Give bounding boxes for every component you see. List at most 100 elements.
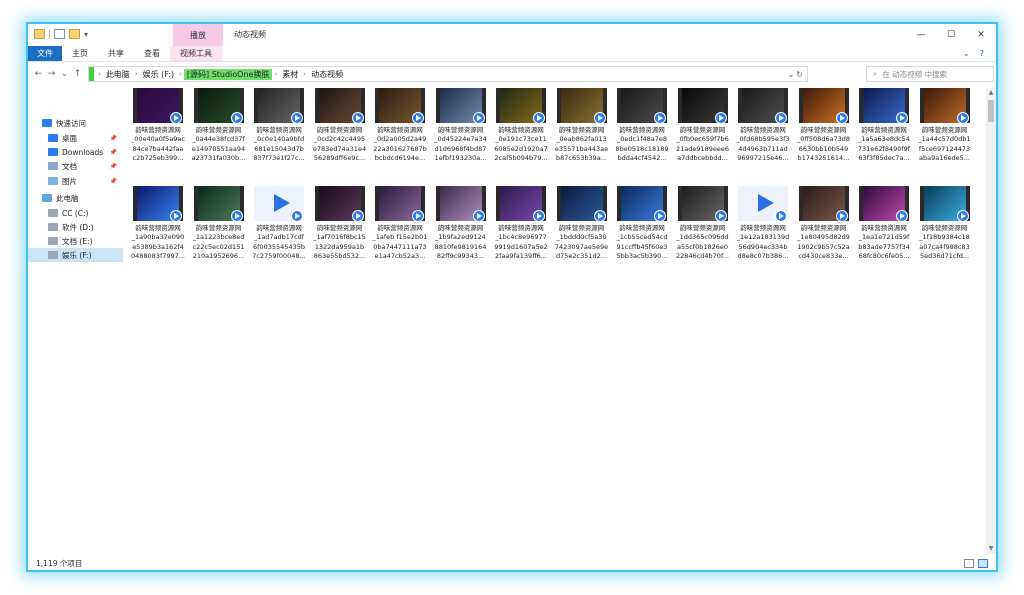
file-item[interactable]: 韵味营频资源网 _1af7016f8bc15 1322da959a1b 863e55b… [312,186,368,272]
folder-location-icon [89,67,94,81]
address-bar[interactable]: › 此电脑 › 娱乐 (F:) › [源码] StudioOne换肤 › 素材 … [88,66,808,82]
nav-item[interactable]: 软件 (D:) [28,220,123,234]
nav-item[interactable]: Downloads 📌 [28,145,123,159]
forward-arrow-icon[interactable]: → [45,69,58,79]
refresh-icon[interactable]: ↻ [796,70,803,79]
nav-item[interactable]: 桌面 📌 [28,131,123,145]
expand-ribbon-icon[interactable]: ⌄ [963,49,970,58]
media-player-badge-icon [593,112,606,124]
large-icons-view-icon[interactable] [978,558,988,568]
breadcrumb-studioone[interactable]: [源码] StudioOne换肤 [183,68,273,80]
nav-item[interactable]: 文档 (E:) [28,234,123,248]
file-name: 韵味营频资源网 _1ad7adb17cdf 6f0035545435b 7c2759f… [251,224,307,261]
file-item[interactable]: 韵味营频资源网 _0ff508d6a73d8 6630bb10b549 b174325… [796,88,852,174]
file-name-line: 7423097ae5e9e [554,242,609,251]
details-view-icon[interactable] [964,558,974,568]
back-arrow-icon[interactable]: ← [32,69,45,79]
maximize-button[interactable]: ☐ [936,24,966,46]
tab-view[interactable]: 查看 [134,46,170,61]
file-name-line: 韵味营频资源网 [740,126,786,134]
help-icon[interactable]: ? [980,49,984,58]
vertical-scrollbar[interactable]: ▲ ▼ [986,88,996,554]
nav-item[interactable]: 快速访问 [28,116,123,130]
tab-video-tools[interactable]: 视频工具 [170,46,222,61]
tab-home[interactable]: 主页 [62,46,98,61]
documents-icon [48,162,58,170]
nav-item[interactable]: CC (C:) [28,206,123,220]
scrollbar-thumb[interactable] [988,100,994,122]
breadcrumb-current-folder[interactable]: 动态视频 [308,69,346,80]
file-name-line: 91ccffb45f60e3 [616,242,668,251]
file-name-line: e35571ba443ae [554,144,609,153]
media-player-badge-icon [230,210,243,222]
file-item[interactable]: 韵味营频资源网 _00e40a0f5a9ac 84ce7ba442faa c2b725… [130,88,186,174]
file-item[interactable]: 韵味营频资源网 _0a44e38fcd37f e14970551aa94 a23731… [191,88,247,174]
file-item[interactable]: 韵味营频资源网 _1a44c57d0db1 f5ce697124473 aba9a16… [917,88,973,174]
file-item[interactable]: 韵味营频资源网 _1bddd0cf5a30 7423097ae5e9e d75e2c3… [554,186,610,272]
nav-item[interactable]: 娱乐 (F:) [28,248,123,262]
file-item[interactable]: 韵味营频资源网 _1afeb f15e2b01 0ba7447111a73 e1a47… [372,186,428,272]
file-item[interactable]: 韵味营频资源网 _0e191c73ce11 6085e2d1920a7 2caf5b0… [493,88,549,174]
file-name-line: e5389b3a162f4 [132,242,184,251]
breadcrumb-drive-f[interactable]: 娱乐 (F:) [140,69,177,80]
properties-icon[interactable] [54,29,65,39]
status-bar: 1,119 个项目 [28,554,996,570]
nav-item-label: 文档 (E:) [62,236,93,246]
file-item[interactable]: 韵味营频资源网 _0d45224e7a34 d1d6968f4bd87 1efbf19… [433,88,489,174]
navigation-bar: ← → ⌄ ↑ › 此电脑 › 娱乐 (F:) › [源码] StudioOne… [28,63,996,85]
file-item[interactable]: 韵味营频资源网 _0eab862fa013 e35571ba443ae b87c653… [554,88,610,174]
customize-toolbar-icon[interactable]: ▾ [84,30,88,39]
file-item[interactable]: 韵味营频资源网 _1a90ba37e090 e5389b3a162f4 0488083… [130,186,186,272]
nav-item[interactable]: 此电脑 [28,191,123,205]
file-item[interactable]: 韵味营频资源网 _1f18b9384c18 a07ca4f988c83 5ed36d7… [917,186,973,272]
file-item[interactable]: 韵味营频资源网 _1e80495d82d9 1902c9b57c52a cd430ce… [796,186,852,272]
up-arrow-icon[interactable]: ↑ [71,69,84,79]
file-item[interactable]: 韵味营频资源网 _1a1223bce8ed c22c5ec02d151 210a195… [191,186,247,272]
file-name: 韵味营频资源网 _1ea1e721d59f b83ade7757f34 68fc80c… [856,224,912,261]
folder-icon [34,29,45,39]
file-name-line: _0eab862fa013 [556,135,607,144]
media-player-badge-icon [956,112,969,124]
file-item[interactable]: 韵味营频资源网 _1ea1e721d59f b83ade7757f34 68fc80c… [856,186,912,272]
file-name: 韵味营频资源网 _0d45224e7a34 d1d6968f4bd87 1efbf19… [433,126,489,163]
file-item[interactable]: 韵味营频资源网 _0edc1f48a7e8 8be0518c18189 bdda4cf… [614,88,670,174]
file-name-line: _1ad7adb17cdf [253,233,305,242]
file-item[interactable]: 韵味营频资源网 _0fd68b595e3f3 4d4963b711ad 9699721… [735,88,791,174]
file-item[interactable]: 韵味营频资源网 _1bc4c8e96977 9919d1607a5e2 2faa9fa… [493,186,549,272]
nav-item[interactable]: 文档 📌 [28,159,123,173]
file-item[interactable]: 韵味营频资源网 _0c0e140a9bfd 681e15043d7b 837f73e1… [251,88,307,174]
nav-item-label: CC (C:) [62,208,89,218]
scroll-down-icon[interactable]: ▼ [986,544,996,554]
recent-locations-icon[interactable]: ⌄ [58,69,71,79]
search-box[interactable]: ⌕ 在 动态视频 中搜索 [866,66,994,82]
scroll-up-icon[interactable]: ▲ [986,88,996,98]
file-name-line: 5bb3ac5b390... [616,251,668,260]
tab-share[interactable]: 共享 [98,46,134,61]
breadcrumb-this-pc[interactable]: 此电脑 [103,69,133,80]
file-item[interactable]: 韵味营频资源网 _1ad7adb17cdf 6f0035545435b 7c2759f… [251,186,307,272]
context-tab-play[interactable]: 播放 [173,24,223,46]
new-folder-icon[interactable] [69,29,80,39]
minimize-button[interactable]: — [906,24,936,46]
file-name: 韵味营频资源网 _0ff508d6a73d8 6630bb10b549 b174325… [796,126,852,163]
file-name-line: _0a44e38fcd37f [192,135,245,144]
address-dropdown-icon[interactable]: ⌄ [788,70,795,79]
file-item[interactable]: 韵味营频资源网 _1cb55ced54cd 91ccffb45f60e3 5bb3ac… [614,186,670,272]
file-name-line: _1cb55ced54cd [616,233,668,242]
file-name-line: d8e8c07b386... [737,251,789,260]
search-input[interactable]: 在 动态视频 中搜索 [882,69,947,80]
file-item[interactable]: 韵味营频资源网 _1e12a183139d 56d904ec334b d8e8c07b… [735,186,791,272]
file-name-line: _1e80495d82d9 [797,233,850,242]
file-item[interactable]: 韵味营频资源网 _1dd365c096dd a55cf0b1826e0 22846cd… [675,186,731,272]
file-item[interactable]: 韵味营频资源网 _1b9fa2ed9124 8810fe9819164 82ff9c9… [433,186,489,272]
nav-item[interactable]: 图片 📌 [28,174,123,188]
file-item[interactable]: 韵味营频资源网 _0fb0ec659f7b6 21ade9189eee6 a7ddbc… [675,88,731,174]
tab-file[interactable]: 文件 [28,46,62,61]
breadcrumb-separator: › [179,70,182,78]
file-item[interactable]: 韵味营频资源网 _0cd2c42c4495 e783ed74a31e4 56289df… [312,88,368,174]
breadcrumb-separator: › [134,70,138,78]
breadcrumb-assets[interactable]: 素材 [279,69,301,80]
file-item[interactable]: 韵味营频资源网 _1a5a63e8dc54 731e62f8490f9f 63f3f8… [856,88,912,174]
file-item[interactable]: 韵味营频资源网 _0d2a005d2a49 22a301627687b bcbdcd6… [372,88,428,174]
close-button[interactable]: ✕ [966,24,996,46]
